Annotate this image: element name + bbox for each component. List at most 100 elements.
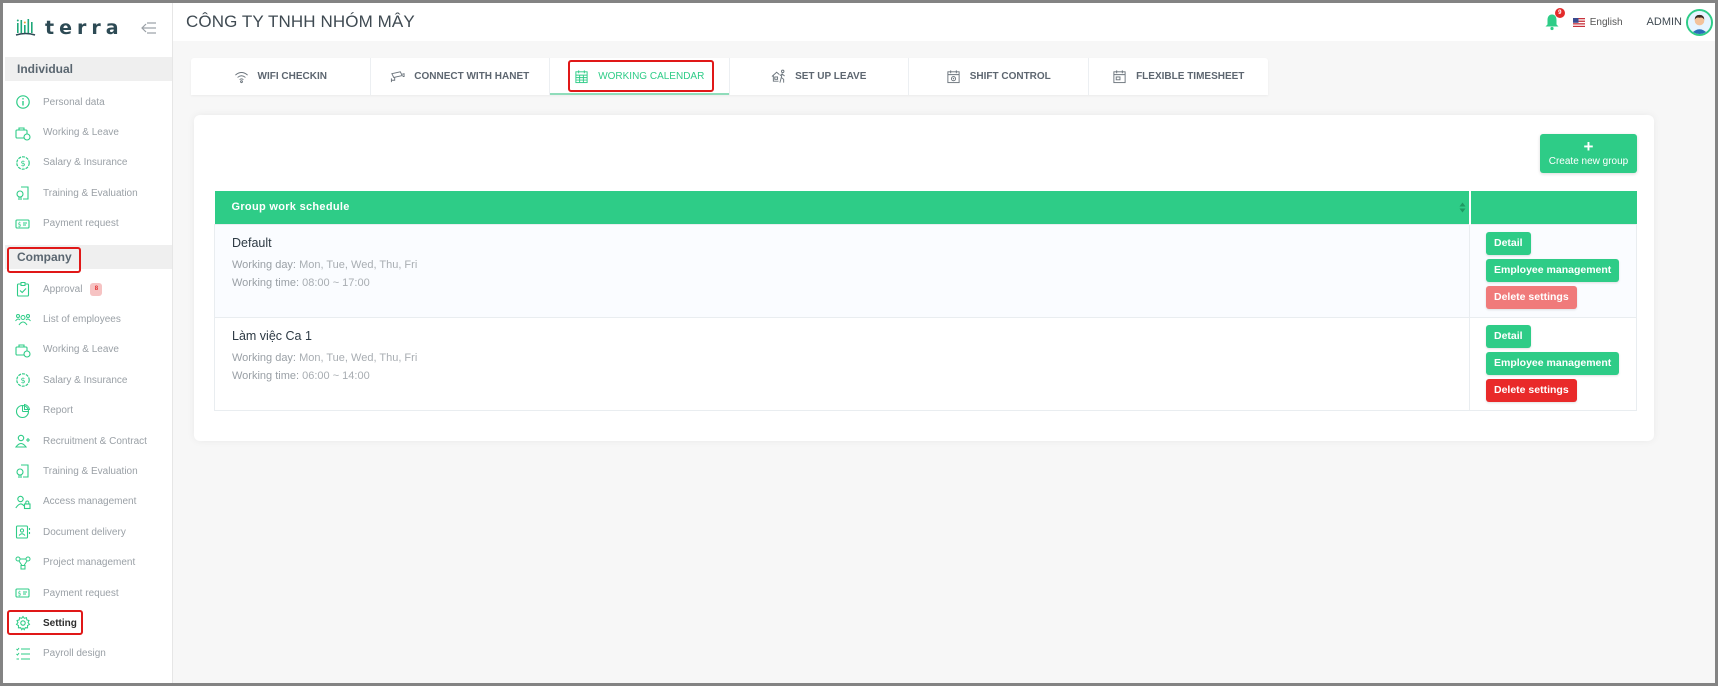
sidebar-item-working-leave[interactable]: Working & Leave (3, 117, 172, 147)
approval-count-badge: 8 (90, 282, 103, 296)
sidebar-item-label: List of employees (43, 314, 121, 326)
sidebar-item-report[interactable]: Report (3, 396, 172, 426)
working-day-value: Mon, Tue, Wed, Thu, Fri (299, 351, 418, 364)
employee-management-button[interactable]: Employee management (1486, 351, 1620, 375)
sidebar-item-label: Payment request (43, 587, 119, 599)
sidebar-item-company-payment-request[interactable]: $ Payment request (3, 578, 172, 608)
tab-label: SHIFT CONTROL (969, 71, 1051, 82)
collapse-sidebar-icon[interactable] (140, 20, 158, 36)
section-individual: Individual (5, 57, 172, 81)
sidebar-item-payroll-design[interactable]: Payroll design (3, 639, 172, 669)
sidebar-item-list-of-employees[interactable]: List of employees (3, 304, 172, 334)
group-info-cell: Default Working day: Mon, Tue, Wed, Thu,… (214, 223, 1470, 318)
table-row: Default Working day: Mon, Tue, Wed, Thu,… (214, 223, 1637, 318)
working-time-value: 06:00 ~ 14:00 (302, 369, 370, 382)
calendar-icon (574, 69, 589, 84)
tab-shift-control[interactable]: SHIFT CONTROL (909, 58, 1089, 95)
notification-count-badge: 9 (1554, 8, 1565, 18)
working-time-label: Working time: (232, 276, 300, 289)
working-day-label: Working day: (232, 351, 296, 364)
logo[interactable]: terra (3, 3, 172, 53)
sidebar: terra Individual Personal data Working &… (3, 3, 173, 683)
sidebar-item-payment-request[interactable]: $ Payment request (3, 209, 172, 239)
sidebar-item-label: Training & Evaluation (43, 187, 138, 199)
top-bar: CÔNG TY TNHH NHÓM MÂY 9 English ADMIN (173, 3, 1715, 41)
notifications-button[interactable]: 9 (1544, 8, 1565, 31)
detail-button[interactable]: Detail (1486, 231, 1531, 255)
column-header-label: Group work schedule (231, 201, 350, 214)
tab-label: WORKING CALENDAR (598, 71, 705, 82)
sidebar-item-approval[interactable]: Approval 8 (3, 274, 172, 304)
group-name: Default (232, 235, 272, 250)
sidebar-item-access-management[interactable]: Access management (3, 487, 172, 517)
sidebar-item-company-working-leave[interactable]: Working & Leave (3, 335, 172, 365)
user-avatar-icon (1688, 10, 1711, 34)
dollar-badge-icon: $ (15, 372, 31, 388)
sidebar-item-label: Payment request (43, 218, 119, 230)
sidebar-item-personal-data[interactable]: Personal data (3, 87, 172, 117)
sidebar-item-training-evaluation[interactable]: Training & Evaluation (3, 178, 172, 208)
logo-text: terra (45, 17, 124, 39)
sidebar-item-label: Personal data (43, 96, 105, 108)
sidebar-item-company-salary-insurance[interactable]: $ Salary & Insurance (3, 365, 172, 395)
company-nav: Approval 8 List of employees Working & L… (3, 269, 172, 669)
language-selector[interactable]: English (1572, 16, 1623, 28)
working-day-value: Mon, Tue, Wed, Thu, Fri (299, 258, 418, 271)
sidebar-item-salary-insurance[interactable]: $ Salary & Insurance (3, 148, 172, 178)
info-icon (15, 94, 31, 110)
sidebar-item-label: Report (43, 405, 74, 417)
sidebar-item-label: Document delivery (43, 526, 126, 538)
delete-settings-button-disabled[interactable]: Delete settings (1486, 285, 1577, 309)
calendar-box-icon (1112, 69, 1127, 84)
tab-working-calendar[interactable]: WORKING CALENDAR (550, 58, 730, 95)
tab-connect-with-hanet[interactable]: CONNECT WITH HANET (371, 58, 550, 95)
sort-icon[interactable] (1459, 202, 1466, 213)
detail-button[interactable]: Detail (1486, 324, 1531, 348)
tab-wifi-checkin[interactable]: WIFI CHECKIN (191, 58, 371, 95)
working-time: Working time: 08:00 ~ 17:00 (232, 277, 1452, 289)
app-window: terra Individual Personal data Working &… (3, 3, 1715, 683)
tab-label: FLEXIBLE TIMESHEET (1136, 71, 1245, 82)
working-calendar-panel: + Create new group Group work schedule D… (194, 115, 1654, 441)
delete-settings-button[interactable]: Delete settings (1486, 378, 1577, 402)
tab-set-up-leave[interactable]: SET UP LEAVE (730, 58, 909, 95)
user-name[interactable]: ADMIN (1647, 16, 1682, 28)
user-plus-icon (15, 433, 31, 449)
working-time: Working time: 06:00 ~ 14:00 (232, 370, 1452, 382)
terra-logo-icon (15, 19, 36, 36)
sidebar-item-setting[interactable]: Setting (3, 608, 172, 638)
avatar[interactable] (1686, 8, 1713, 36)
group-actions-cell: Detail Employee management Delete settin… (1469, 316, 1637, 411)
column-header-group-work-schedule[interactable]: Group work schedule (214, 191, 1470, 224)
sidebar-item-label: Working & Leave (43, 344, 119, 356)
settings-tabs: WIFI CHECKIN CONNECT WITH HANET WORKING … (191, 58, 1268, 95)
individual-nav: Personal data Working & Leave $ Salary &… (3, 81, 172, 239)
sidebar-item-label: Access management (43, 496, 137, 508)
briefcase-clock-icon (15, 342, 31, 358)
svg-text:$: $ (18, 591, 22, 598)
sidebar-item-label: Recruitment & Contract (43, 435, 147, 447)
svg-text:$: $ (20, 376, 25, 385)
group-name: Làm việc Ca 1 (232, 328, 312, 343)
users-icon (15, 312, 31, 328)
sidebar-item-project-management[interactable]: Project management (3, 547, 172, 577)
setting-highlight (7, 610, 83, 636)
tab-flexible-timesheet[interactable]: FLEXIBLE TIMESHEET (1089, 58, 1269, 95)
employee-management-button[interactable]: Employee management (1486, 258, 1620, 282)
working-time-label: Working time: (232, 369, 300, 382)
working-day-label: Working day: (232, 258, 296, 271)
sidebar-item-document-delivery[interactable]: Document delivery (3, 517, 172, 547)
user-lock-icon (15, 494, 31, 510)
language-label: English (1589, 16, 1623, 28)
sidebar-item-label: Salary & Insurance (43, 157, 128, 169)
working-day: Working day: Mon, Tue, Wed, Thu, Fri (232, 352, 1452, 364)
table-row: Làm việc Ca 1 Working day: Mon, Tue, Wed… (214, 316, 1637, 411)
create-new-group-button[interactable]: + Create new group (1540, 134, 1637, 173)
sidebar-item-company-training-evaluation[interactable]: Training & Evaluation (3, 456, 172, 486)
sidebar-item-recruitment-contract[interactable]: Recruitment & Contract (3, 426, 172, 456)
working-day: Working day: Mon, Tue, Wed, Thu, Fri (232, 259, 1452, 271)
tab-label: CONNECT WITH HANET (414, 71, 530, 82)
group-info-cell: Làm việc Ca 1 Working day: Mon, Tue, Wed… (214, 316, 1470, 411)
plus-icon: + (1583, 137, 1594, 156)
svg-text:$: $ (18, 221, 22, 228)
